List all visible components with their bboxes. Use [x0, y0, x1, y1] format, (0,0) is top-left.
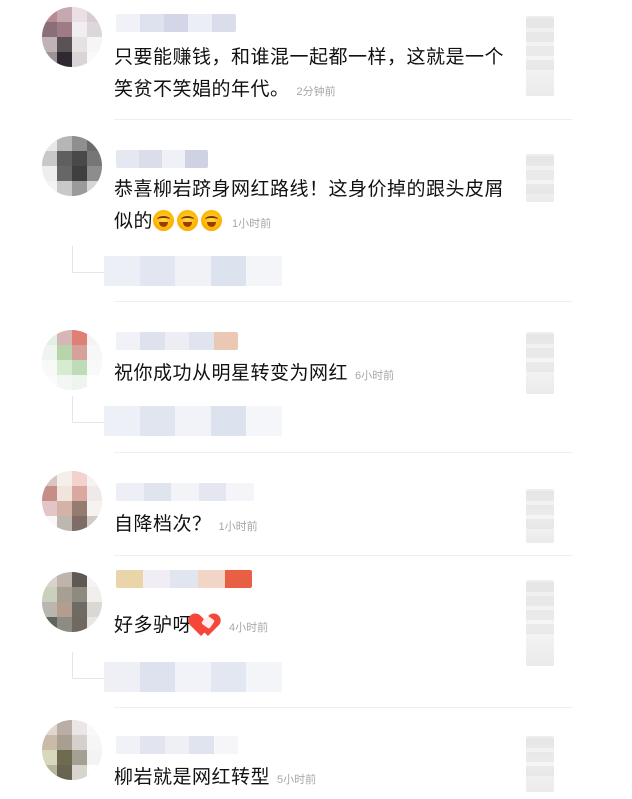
blurred-action-area — [526, 332, 554, 394]
comment-time: 4小时前 — [229, 622, 269, 634]
blurred-reply-preview[interactable] — [104, 256, 282, 286]
comment-line-2: 笑贫不笑娼的年代。 — [114, 79, 290, 100]
heart-icon — [194, 612, 222, 636]
comment-time: 6小时前 — [355, 370, 395, 382]
comment-item[interactable]: 恭喜柳岩跻身网红路线！这身价掉的跟头皮屑 似的 1小时前 — [0, 120, 632, 302]
comment-line-1: 柳岩就是网红转型 — [114, 767, 271, 788]
blurred-action-area — [526, 16, 554, 96]
blurred-reply-preview[interactable] — [104, 406, 282, 436]
blurred-action-area — [526, 736, 554, 792]
comment-item[interactable]: 自降档次？ 1小时前 — [0, 453, 632, 556]
blurred-username — [116, 150, 208, 168]
comment-line-1: 自降档次？ — [114, 514, 212, 535]
blurred-username — [116, 736, 238, 754]
user-avatar[interactable] — [42, 7, 102, 67]
user-avatar[interactable] — [42, 136, 102, 196]
user-avatar[interactable] — [42, 471, 102, 531]
comment-text: 只要能赚钱，和谁混一起都一样，这就是一个 笑贫不笑娼的年代。 2分钟前 — [114, 42, 504, 108]
laughing-face-icon — [177, 210, 199, 231]
comment-time: 5小时前 — [277, 774, 317, 786]
comment-item[interactable]: 柳岩就是网红转型 5小时前 — [0, 708, 632, 799]
blurred-username — [116, 14, 236, 32]
blurred-username — [116, 570, 252, 588]
comment-text: 祝你成功从明星转变为网红 6小时前 — [114, 358, 504, 392]
comment-item[interactable]: 只要能赚钱，和谁混一起都一样，这就是一个 笑贫不笑娼的年代。 2分钟前 — [0, 0, 632, 120]
comment-text: 恭喜柳岩跻身网红路线！这身价掉的跟头皮屑 似的 1小时前 — [114, 174, 504, 240]
comment-time: 1小时前 — [232, 218, 272, 230]
comment-time: 2分钟前 — [296, 86, 336, 98]
laughing-face-icon — [201, 210, 223, 231]
blurred-action-area — [526, 489, 554, 543]
user-avatar[interactable] — [42, 720, 102, 780]
comment-item[interactable]: 好多驴呀 4小时前 — [0, 556, 632, 708]
blurred-action-area — [526, 580, 554, 666]
comment-time: 1小时前 — [218, 521, 258, 533]
comment-line-1: 恭喜柳岩跻身网红路线！这身价掉的跟头皮屑 — [114, 179, 505, 200]
comment-text: 好多驴呀 4小时前 — [114, 610, 504, 644]
blurred-username — [116, 483, 254, 501]
blurred-username — [116, 332, 238, 350]
comment-feed: 只要能赚钱，和谁混一起都一样，这就是一个 笑贫不笑娼的年代。 2分钟前 恭喜柳岩跻… — [0, 0, 632, 799]
user-avatar[interactable] — [42, 330, 102, 390]
comment-text: 柳岩就是网红转型 5小时前 — [114, 762, 504, 796]
comment-text: 自降档次？ 1小时前 — [114, 509, 504, 543]
comment-item[interactable]: 祝你成功从明星转变为网红 6小时前 — [0, 302, 632, 453]
blurred-reply-preview[interactable] — [104, 662, 282, 692]
laughing-face-icon — [153, 210, 175, 231]
comment-line-1: 好多驴呀 — [114, 615, 193, 636]
blurred-action-area — [526, 154, 554, 202]
comment-line-2: 似的 — [114, 211, 154, 232]
comment-line-1: 祝你成功从明星转变为网红 — [114, 363, 349, 384]
comment-line-1: 只要能赚钱，和谁混一起都一样，这就是一个 — [114, 47, 505, 68]
user-avatar[interactable] — [42, 572, 102, 632]
